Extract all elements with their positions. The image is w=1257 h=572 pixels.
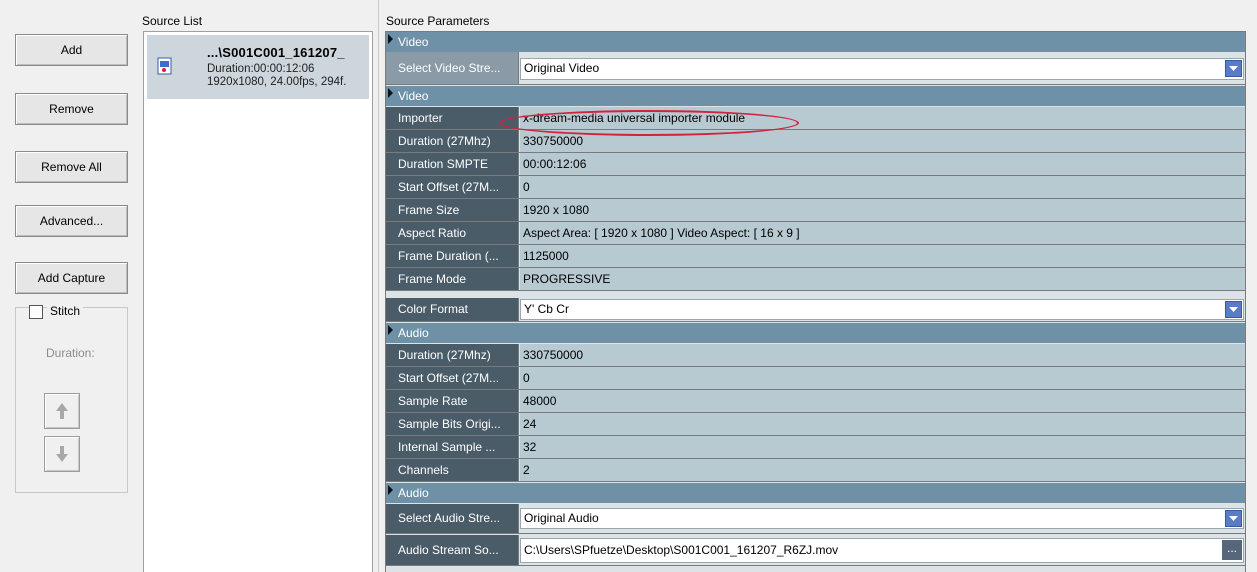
video-param-name: Frame Size — [386, 199, 519, 221]
duration-label: Duration: — [46, 346, 95, 360]
select-video-stream-label: Select Video Stre... — [386, 52, 519, 84]
add-capture-button[interactable]: Add Capture — [15, 262, 128, 294]
color-format-dropdown[interactable]: Y' Cb Cr — [520, 299, 1244, 320]
audio-param-row[interactable]: Sample Rate 48000 — [386, 390, 1245, 413]
video-param-name: Start Offset (27M... — [386, 176, 519, 198]
source-parameters-title: Source Parameters — [386, 14, 490, 28]
audio-param-name: Sample Rate — [386, 390, 519, 412]
video-param-row[interactable]: Duration (27Mhz) 330750000 — [386, 130, 1245, 153]
collapse-marker-icon — [388, 88, 393, 98]
advanced-button[interactable]: Advanced... — [15, 205, 128, 237]
source-list-item[interactable]: ...\S001C001_161207_ Duration:00:00:12:0… — [147, 35, 369, 99]
video-param-value[interactable]: x-dream-media universal importer module — [520, 107, 1245, 129]
video-param-row[interactable]: Aspect Ratio Aspect Area: [ 1920 x 1080 ]… — [386, 222, 1245, 245]
audio-param-name: Internal Sample ... — [386, 436, 519, 458]
stitch-checkbox[interactable] — [29, 305, 43, 319]
audio-param-value[interactable]: 330750000 — [520, 344, 1245, 366]
collapse-marker-icon — [388, 485, 393, 495]
remove-button[interactable]: Remove — [15, 93, 128, 125]
arrow-up-icon — [56, 403, 68, 419]
panel-divider — [378, 0, 379, 572]
audio-stream-source-label: Audio Stream So... — [386, 535, 519, 565]
audio-param-value[interactable]: 0 — [520, 367, 1245, 389]
audio-param-row[interactable]: Sample Bits Origi... 24 — [386, 413, 1245, 436]
select-video-stream-dropdown[interactable]: Original Video — [520, 58, 1244, 80]
audio-param-row[interactable]: Duration (27Mhz) 330750000 — [386, 344, 1245, 367]
audio-param-name: Channels — [386, 459, 519, 481]
collapse-marker-icon — [388, 34, 393, 44]
audio-param-row[interactable]: Channels 2 — [386, 459, 1245, 482]
collapse-marker-icon — [388, 325, 393, 335]
video-param-value[interactable]: 330750000 — [520, 130, 1245, 152]
source-item-info: 1920x1080, 24.00fps, 294f. — [207, 76, 347, 88]
video-param-value[interactable]: PROGRESSIVE — [520, 268, 1245, 290]
remove-all-button[interactable]: Remove All — [15, 151, 128, 183]
audio-param-name: Sample Bits Origi... — [386, 413, 519, 435]
chevron-down-icon[interactable] — [1225, 301, 1242, 318]
source-item-duration: Duration:00:00:12:06 — [207, 63, 315, 75]
chevron-down-icon[interactable] — [1225, 60, 1242, 77]
select-video-stream-row[interactable]: Select Video Stre... Original Video — [386, 52, 1245, 85]
audio-param-row[interactable]: Internal Sample ... 32 — [386, 436, 1245, 459]
stitch-label: Stitch — [47, 304, 84, 318]
video-param-name: Importer — [386, 107, 519, 129]
audio-param-name: Duration (27Mhz) — [386, 344, 519, 366]
source-parameters-grid[interactable]: Video Select Video Stre... Original Vide… — [385, 31, 1246, 572]
audio-param-value[interactable]: 24 — [520, 413, 1245, 435]
source-list[interactable]: ...\S001C001_161207_ Duration:00:00:12:0… — [143, 31, 373, 572]
video-param-name: Duration (27Mhz) — [386, 130, 519, 152]
video-param-name: Frame Mode — [386, 268, 519, 290]
audio-stream-source-row[interactable]: Audio Stream So... C:\Users\SPfuetze\Des… — [386, 535, 1245, 566]
move-down-button[interactable] — [44, 436, 80, 472]
media-file-icon — [157, 57, 172, 75]
video-param-value[interactable]: 1920 x 1080 — [520, 199, 1245, 221]
audio-stream-source-field[interactable]: C:\Users\SPfuetze\Desktop\S001C001_16120… — [520, 538, 1244, 563]
video-param-value[interactable]: 00:00:12:06 — [520, 153, 1245, 175]
video-section-header[interactable]: Video — [386, 86, 1245, 106]
browse-button[interactable]: ... — [1222, 540, 1242, 560]
audio-param-value[interactable]: 32 — [520, 436, 1245, 458]
video-param-name: Duration SMPTE — [386, 153, 519, 175]
audio-param-name: Start Offset (27M... — [386, 367, 519, 389]
select-audio-stream-label: Select Audio Stre... — [386, 504, 519, 533]
color-format-row[interactable]: Color Format Y' Cb Cr — [386, 298, 1245, 322]
video-header[interactable]: Video — [386, 32, 1245, 52]
add-button[interactable]: Add — [15, 34, 128, 66]
source-list-title: Source List — [142, 14, 203, 28]
video-param-row[interactable]: Duration SMPTE 00:00:12:06 — [386, 153, 1245, 176]
video-param-value[interactable]: Aspect Area: [ 1920 x 1080 ] Video Aspec… — [520, 222, 1245, 244]
audio-param-row[interactable]: Start Offset (27M... 0 — [386, 367, 1245, 390]
audio-header[interactable]: Audio — [386, 483, 1245, 503]
video-param-name: Aspect Ratio — [386, 222, 519, 244]
move-up-button[interactable] — [44, 393, 80, 429]
audio-section-header[interactable]: Audio — [386, 323, 1245, 343]
video-param-value[interactable]: 0 — [520, 176, 1245, 198]
audio-param-value[interactable]: 48000 — [520, 390, 1245, 412]
video-param-name: Frame Duration (... — [386, 245, 519, 267]
audio-param-value[interactable]: 2 — [520, 459, 1245, 481]
video-param-row[interactable]: Frame Size 1920 x 1080 — [386, 199, 1245, 222]
video-param-row[interactable]: Frame Duration (... 1125000 — [386, 245, 1245, 268]
video-param-row[interactable]: Start Offset (27M... 0 — [386, 176, 1245, 199]
select-audio-stream-dropdown[interactable]: Original Audio — [520, 508, 1244, 529]
video-param-value[interactable]: 1125000 — [520, 245, 1245, 267]
chevron-down-icon[interactable] — [1225, 510, 1242, 527]
video-param-row[interactable]: Frame Mode PROGRESSIVE — [386, 268, 1245, 291]
color-format-label: Color Format — [386, 298, 519, 321]
arrow-down-icon — [56, 446, 68, 462]
source-item-name: ...\S001C001_161207_ — [207, 45, 345, 60]
video-param-row[interactable]: Importer x-dream-media universal importer… — [386, 107, 1245, 130]
select-audio-stream-row[interactable]: Select Audio Stre... Original Audio — [386, 504, 1245, 534]
